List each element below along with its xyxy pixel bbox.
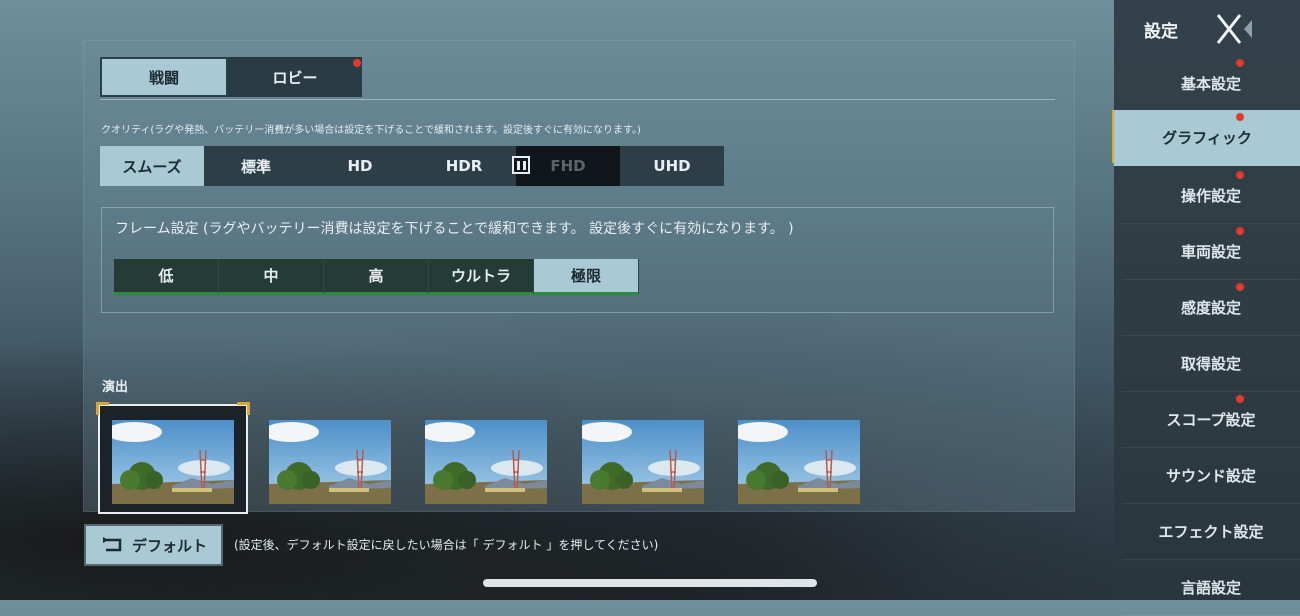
quality-option-standard[interactable]: 標準 bbox=[204, 146, 308, 186]
default-button[interactable]: デフォルト bbox=[84, 524, 223, 566]
sidebar-item[interactable]: サウンド設定 bbox=[1122, 448, 1300, 504]
sidebar-item[interactable]: グラフィック bbox=[1114, 110, 1300, 166]
notification-dot bbox=[1236, 59, 1244, 67]
reset-icon bbox=[102, 537, 122, 552]
quality-note: クオリティ(ラグや発熱、バッテリー消費が多い場合は設定を下げることで緩和されます… bbox=[101, 125, 641, 136]
quality-option-hdr[interactable]: HDR bbox=[412, 146, 516, 186]
sidebar-item[interactable]: 取得設定 bbox=[1122, 336, 1300, 392]
notification-dot bbox=[1236, 395, 1244, 403]
tab-battle[interactable]: 戦闘 bbox=[100, 57, 228, 97]
sidebar-title: 設定 bbox=[1144, 22, 1178, 42]
quality-option-uhd[interactable]: UHD bbox=[620, 146, 724, 186]
sidebar-item-label: スコープ設定 bbox=[1166, 411, 1256, 429]
sidebar-item-label: 操作設定 bbox=[1180, 187, 1241, 205]
effect-thumbnail[interactable] bbox=[738, 420, 860, 504]
pause-icon bbox=[512, 156, 530, 174]
quality-option-smooth[interactable]: スムーズ bbox=[100, 146, 204, 186]
notification-dot bbox=[1236, 227, 1244, 235]
default-button-label: デフォルト bbox=[131, 536, 207, 555]
sidebar-item[interactable]: 基本設定 bbox=[1122, 56, 1300, 112]
frame-note: フレーム設定 (ラグやバッテリー消費は設定を下げることで緩和できます。 設定後す… bbox=[115, 221, 794, 237]
effect-thumbnail[interactable] bbox=[425, 420, 547, 504]
sidebar-item[interactable]: 操作設定 bbox=[1122, 168, 1300, 224]
frame-option-ultra[interactable]: ウルトラ bbox=[429, 259, 534, 295]
sidebar-item-label: 感度設定 bbox=[1180, 299, 1241, 317]
effects-label: 演出 bbox=[102, 380, 129, 395]
default-note: (設定後、デフォルト設定に戻したい場合は「 デフォルト 」を押してください) bbox=[234, 538, 659, 552]
quality-option-hd[interactable]: HD bbox=[308, 146, 412, 186]
tab-lobby[interactable]: ロビー bbox=[228, 57, 362, 97]
effect-thumbnail[interactable] bbox=[112, 420, 234, 504]
sidebar-item-label: エフェクト設定 bbox=[1158, 523, 1264, 541]
sidebar-item[interactable]: 車両設定 bbox=[1122, 224, 1300, 280]
sidebar-item-label: グラフィック bbox=[1162, 129, 1252, 147]
sidebar-item[interactable]: 言語設定 bbox=[1122, 560, 1300, 616]
sidebar-item-label: サウンド設定 bbox=[1165, 467, 1256, 485]
quality-selector: スムーズ 標準 HD HDR FHD UHD bbox=[100, 146, 724, 186]
tab-divider bbox=[100, 99, 1055, 100]
frame-option-high[interactable]: 高 bbox=[324, 259, 429, 295]
home-indicator[interactable] bbox=[483, 579, 817, 587]
frame-option-medium[interactable]: 中 bbox=[219, 259, 324, 295]
close-icon[interactable] bbox=[1214, 12, 1254, 46]
tab-lobby-label: ロビー bbox=[272, 68, 318, 87]
notification-dot bbox=[1236, 283, 1244, 291]
notification-dot bbox=[353, 59, 361, 67]
effect-thumbnail[interactable] bbox=[268, 420, 391, 504]
notification-dot bbox=[1236, 171, 1244, 179]
sidebar-item[interactable]: スコープ設定 bbox=[1122, 392, 1300, 448]
effect-thumbnail[interactable] bbox=[581, 420, 704, 504]
sidebar-item-label: 車両設定 bbox=[1180, 243, 1241, 261]
sidebar-item[interactable]: エフェクト設定 bbox=[1122, 504, 1300, 560]
quality-option-fhd[interactable]: FHD bbox=[512, 146, 620, 186]
frame-option-low[interactable]: 低 bbox=[114, 259, 219, 295]
sidebar-item[interactable]: 感度設定 bbox=[1122, 280, 1300, 336]
tab-battle-label: 戦闘 bbox=[148, 68, 179, 87]
sidebar-item-label: 基本設定 bbox=[1180, 75, 1241, 93]
sidebar-item-label: 取得設定 bbox=[1180, 355, 1241, 373]
frame-option-extreme[interactable]: 極限 bbox=[534, 259, 639, 295]
sidebar-item-label: 言語設定 bbox=[1180, 579, 1241, 597]
mode-tabs: 戦闘 ロビー bbox=[100, 57, 362, 97]
frame-selector: 低 中 高 ウルトラ 極限 bbox=[114, 259, 639, 295]
notification-dot bbox=[1236, 113, 1244, 121]
